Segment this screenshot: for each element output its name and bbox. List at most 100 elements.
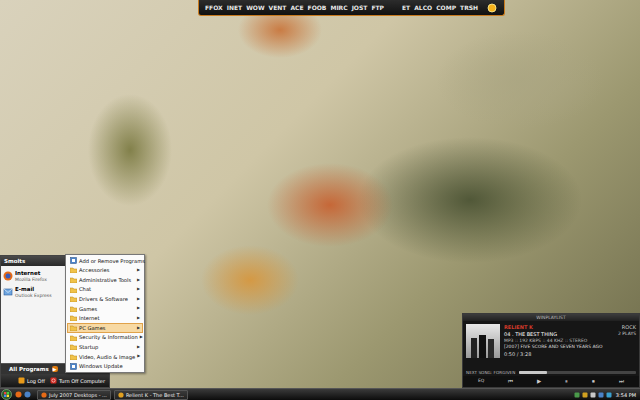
start-footer: Log Off Turn Off Computer <box>1 374 109 387</box>
tray-item[interactable] <box>606 392 612 398</box>
program-label: Chat <box>79 286 135 292</box>
program-kind <box>70 344 77 350</box>
program-item[interactable]: Video, Audio & Image▶ <box>67 352 143 362</box>
program-kind <box>70 277 77 283</box>
launcher-item[interactable]: FFOX <box>205 4 223 11</box>
program-item[interactable]: Internet▶ <box>67 314 143 324</box>
folder-icon <box>70 306 77 312</box>
plays: 2 PLAYS <box>618 331 636 337</box>
time: 0:50 / 3:28 <box>504 351 636 357</box>
progress-fill <box>519 371 547 374</box>
all-programs-arrow: ▶ <box>52 366 58 372</box>
folder-icon <box>70 315 77 321</box>
task-button[interactable]: July 2007 Desktops - ... <box>37 390 111 400</box>
program-item[interactable]: Security & Information▶ <box>67 333 143 343</box>
log-off-button[interactable]: Log Off <box>18 377 45 384</box>
log-off-label: Log Off <box>27 378 45 384</box>
tray-item[interactable] <box>574 392 580 398</box>
task-button[interactable]: Relient K - The Best T... <box>114 390 188 400</box>
program-item[interactable]: Administrative Tools▶ <box>67 275 143 285</box>
control-button[interactable]: ⏭ <box>619 378 624 385</box>
pinned-subtitle: Mozilla Firefox <box>15 277 47 282</box>
launcher-item[interactable]: ALCO <box>414 4 432 11</box>
folder-icon <box>70 354 77 360</box>
controls-row: EQ ⏮ ▶ ⏸ ⏹ ⏭ <box>463 376 639 387</box>
log-off-icon <box>18 377 25 384</box>
quick-launch-button[interactable] <box>15 391 22 398</box>
sun-icon <box>486 2 498 14</box>
launcher-item[interactable]: MIRC <box>330 4 347 11</box>
player-content: RELIENT KROCK04 . THE BEST THING2 PLAYSM… <box>463 321 639 369</box>
desktop: FFOX INET WOW VENTACE FOOBMIRC JOSTFTP ET ALCO C… <box>0 0 640 388</box>
tray-item[interactable] <box>582 392 588 398</box>
pinned-text: E-mailOutlook Express <box>15 286 52 298</box>
pinned-item[interactable]: E-mailOutlook Express <box>3 286 63 298</box>
folder-icon <box>70 287 77 293</box>
program-item[interactable]: Chat▶ <box>67 285 143 295</box>
control-button[interactable]: ⏮ <box>508 378 513 385</box>
program-kind <box>70 267 77 273</box>
launcher-item[interactable]: INET <box>227 4 242 11</box>
tray-icon <box>590 392 596 398</box>
pinned-title: Internet <box>15 270 47 277</box>
start-button[interactable] <box>1 389 12 400</box>
launcher-item[interactable]: WOW <box>246 4 264 11</box>
eq-button[interactable]: EQ <box>478 378 484 383</box>
track-info: RELIENT KROCK04 . THE BEST THING2 PLAYSM… <box>504 324 636 369</box>
control-button[interactable]: ⏹ <box>592 378 595 385</box>
launcher-item[interactable]: JOST <box>352 4 368 11</box>
program-icon <box>15 391 22 398</box>
program-item[interactable]: PC Games▶ <box>67 323 143 333</box>
music-icon <box>118 392 124 398</box>
quick-launch <box>15 391 31 398</box>
program-label: Games <box>79 306 135 312</box>
program-item[interactable]: Windows Update <box>67 362 143 372</box>
launcher-item[interactable]: FOOB <box>308 4 327 11</box>
tray-item[interactable] <box>590 392 596 398</box>
control-button[interactable]: ⏸ <box>565 378 568 385</box>
program-item[interactable]: Startup▶ <box>67 342 143 352</box>
program-item[interactable]: Accessories▶ <box>67 266 143 276</box>
task-label: Relient K - The Best T... <box>126 392 184 398</box>
program-label: Accessories <box>79 267 135 273</box>
launcher-item[interactable]: ET <box>402 4 410 11</box>
launcher-item[interactable]: TRSH <box>460 4 478 11</box>
launcher-item[interactable]: FTP <box>371 4 384 11</box>
submenu-arrow: ▶ <box>137 306 140 311</box>
launcher-item[interactable]: VENT <box>269 4 287 11</box>
program-item[interactable]: Games▶ <box>67 304 143 314</box>
power-icon <box>50 377 57 384</box>
tray-item[interactable] <box>598 392 604 398</box>
program-item[interactable]: Drivers & Software▶ <box>67 294 143 304</box>
program-kind <box>70 363 77 370</box>
submenu-arrow: ▶ <box>137 354 140 359</box>
format: MP3 :: 192 KBPS :: 44 KHZ :: STEREO <box>504 338 636 343</box>
task-label: July 2007 Desktops - ... <box>49 392 107 398</box>
mail-icon <box>3 287 13 297</box>
pinned-item[interactable]: InternetMozilla Firefox <box>3 270 63 282</box>
quick-launch-button[interactable] <box>24 391 31 398</box>
progress-track[interactable] <box>519 371 636 374</box>
genre: ROCK <box>622 324 636 330</box>
launcher-item[interactable]: COMP <box>436 4 456 11</box>
program-label: Windows Update <box>79 363 140 369</box>
submenu-arrow: ▶ <box>140 335 143 340</box>
player-title: WINPLAYLIST <box>536 315 565 320</box>
program-kind <box>70 296 77 302</box>
control-button[interactable]: ▶ <box>537 378 541 385</box>
start-left-pane: InternetMozilla Firefox E-mailOutlook Exp… <box>1 266 65 363</box>
program-kind <box>70 325 77 331</box>
clock[interactable]: 3:54 PM <box>616 392 636 398</box>
launcher-item[interactable]: ACE <box>290 4 303 11</box>
next-song: NEXT SONG: FORGIVEN <box>466 370 515 375</box>
firefox-icon <box>3 271 13 281</box>
launcher-bar: FFOX INET WOW VENTACE FOOBMIRC JOSTFTP ET ALCO C… <box>198 0 505 16</box>
program-item[interactable]: Add or Remove Programs <box>67 256 143 266</box>
turn-off-button[interactable]: Turn Off Computer <box>50 377 105 384</box>
pinned-text: InternetMozilla Firefox <box>15 270 47 282</box>
program-label: Drivers & Software <box>79 296 135 302</box>
turn-off-label: Turn Off Computer <box>59 378 105 384</box>
program-label: Add or Remove Programs <box>79 258 145 264</box>
player-titlebar[interactable]: WINPLAYLIST <box>463 314 639 321</box>
submenu-arrow: ▶ <box>137 287 140 292</box>
